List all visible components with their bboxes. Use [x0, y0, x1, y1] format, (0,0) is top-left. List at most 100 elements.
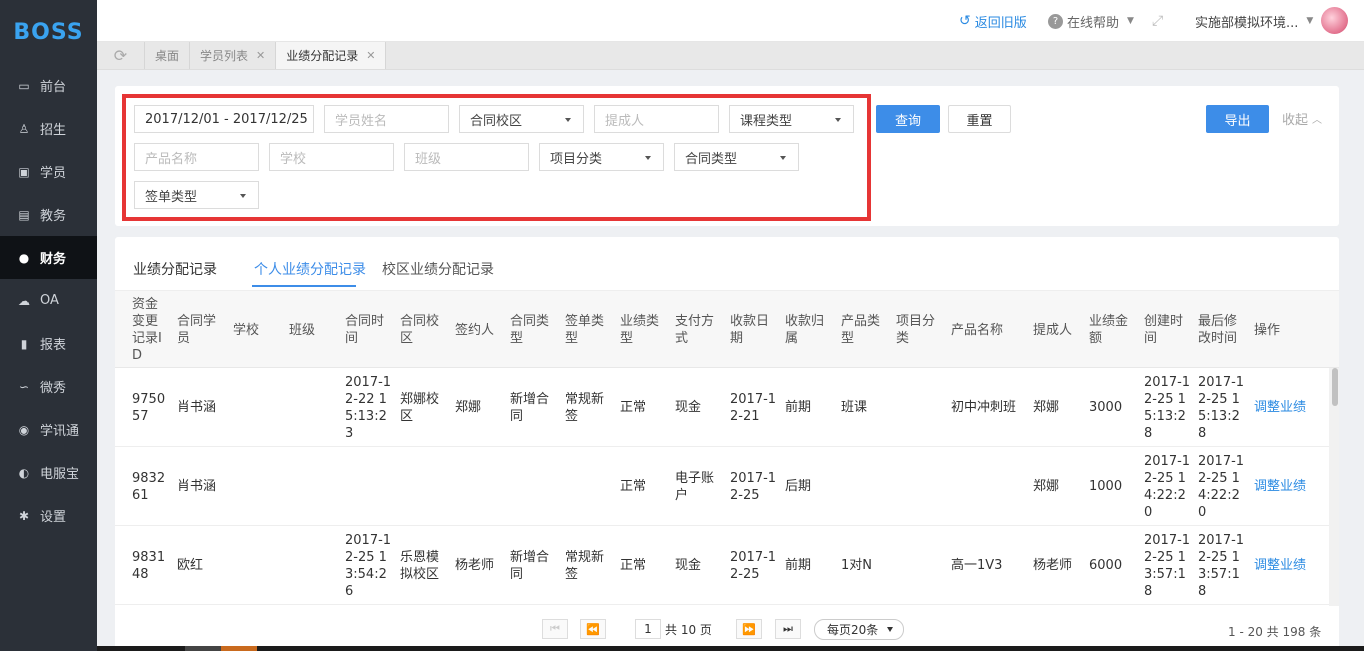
date-range-input[interactable]: 2017/12/01 - 2017/12/25 — [134, 105, 314, 133]
table-cell: 6000 — [1089, 558, 1123, 573]
top-bar: ↺ 返回旧版 ? 在线帮助 ▼ ⤢ 实施部模拟环境... ▼ — [97, 0, 1364, 42]
sidebar-item-10[interactable]: ✱ 设置 — [0, 494, 97, 537]
column-header: 合同学员 — [177, 314, 217, 346]
contract-type-select[interactable]: 合同类型 — [674, 143, 799, 171]
sign-type-select[interactable]: 签单类型 — [134, 181, 259, 209]
sidebar-item-8[interactable]: ◉ 学讯通 — [0, 408, 97, 451]
chevron-up-icon: ︿ — [1312, 114, 1323, 126]
project-category-select[interactable]: 项目分类 — [539, 143, 664, 171]
online-help-dropdown[interactable]: ? 在线帮助 ▼ — [1048, 0, 1134, 42]
reset-button[interactable]: 重置 — [948, 105, 1011, 133]
column-header: 签单类型 — [565, 314, 605, 346]
export-button[interactable]: 导出 — [1206, 105, 1269, 133]
bar-chart-icon: ▮ — [20, 336, 28, 351]
sidebar-item-1[interactable]: ♙ 招生 — [0, 107, 97, 150]
cloud-icon: ☁ — [18, 293, 30, 308]
sidebar-item-5[interactable]: ☁ OA — [0, 279, 97, 322]
sidebar-item-label: 前台 — [40, 80, 67, 95]
chevron-down-icon: ▼ — [1127, 16, 1134, 26]
proposer-input[interactable]: 提成人 — [594, 105, 719, 133]
table-cell: 郑娜 — [1033, 400, 1060, 415]
table-cell: 2017-12-25 — [730, 470, 777, 503]
sidebar-item-9[interactable]: ◐ 电服宝 — [0, 451, 97, 494]
table-cell: 电子账户 — [675, 470, 715, 503]
coin-icon: ● — [18, 250, 30, 265]
column-header: 合同类型 — [510, 314, 550, 346]
table-cell: 正常 — [620, 558, 647, 573]
sidebar-item-label: 电服宝 — [40, 467, 80, 482]
undo-icon: ↺ — [959, 13, 971, 29]
fullscreen-icon[interactable]: ⤢ — [1152, 0, 1163, 42]
tab-desktop[interactable]: 桌面 — [145, 42, 191, 69]
column-header: 业绩金额 — [1089, 314, 1129, 346]
collapse-toggle[interactable]: 收起 ︿ — [1282, 104, 1322, 132]
page-number-input[interactable]: 1 — [635, 619, 661, 639]
table-cell: 初中冲刺班 — [951, 400, 1017, 415]
page-size-select[interactable]: 每页20条 — [814, 619, 904, 640]
subtab-campus[interactable]: 校区业绩分配记录 — [382, 259, 494, 279]
table-cell: 3000 — [1089, 400, 1123, 415]
close-icon[interactable]: ✕ — [366, 49, 375, 62]
last-page-button[interactable]: ⏭ — [775, 619, 801, 639]
table-cell: 郑娜 — [1033, 479, 1060, 494]
back-to-old-version-link[interactable]: ↺ 返回旧版 — [959, 0, 1027, 42]
contract-campus-select[interactable]: 合同校区 — [459, 105, 584, 133]
column-header: 提成人 — [1033, 322, 1073, 338]
school-input[interactable]: 学校 — [269, 143, 394, 171]
table-row: 983148 欧红 2017-12-25 13:54:26 乐恩模拟校区 杨老师 新增合同… — [115, 526, 1329, 605]
prev-page-button[interactable]: ⏪ — [580, 619, 606, 639]
table-cell: 2017-12-25 13:57:18 — [1198, 532, 1245, 599]
boss-logo: BOSS — [13, 19, 84, 45]
id-card-icon: ▣ — [18, 164, 30, 179]
sidebar-item-label: 财务 — [40, 252, 67, 267]
column-header: 支付方式 — [675, 314, 715, 346]
column-header: 学校 — [233, 322, 260, 338]
tab-label: 学员列表 — [200, 49, 249, 63]
vertical-scrollbar[interactable] — [1329, 368, 1339, 606]
first-page-button[interactable]: ⏮ — [542, 619, 568, 639]
query-button[interactable]: 查询 — [876, 105, 940, 133]
table-cell: 前期 — [785, 558, 812, 573]
student-name-input[interactable]: 学员姓名 — [324, 105, 449, 133]
table-cell: 2017-12-22 15:13:23 — [345, 374, 392, 441]
record-range: 1 - 20 共 198 条 — [1228, 625, 1322, 639]
table-header: 资金变更记录ID 合同学员 学校 班级 合同时间 合同校区 签约人 合同类型 签单类型 业绩类型支… — [115, 290, 1339, 368]
tab-student-list[interactable]: 学员列表 ✕ — [190, 42, 277, 69]
taskbar-strip — [97, 646, 1364, 651]
collapse-label: 收起 — [1282, 112, 1309, 128]
help-label: 在线帮助 — [1067, 15, 1120, 31]
sidebar-item-7[interactable]: ∽ 微秀 — [0, 365, 97, 408]
table-cell: 2017-12-25 13:54:26 — [345, 532, 392, 599]
sidebar-item-6[interactable]: ▮ 报表 — [0, 322, 97, 365]
table-cell: 前期 — [785, 400, 812, 415]
active-subtab-indicator — [252, 285, 356, 287]
course-type-select[interactable]: 课程类型 — [729, 105, 854, 133]
sidebar-item-label: 报表 — [40, 338, 67, 353]
next-page-button[interactable]: ⏩ — [736, 619, 762, 639]
sidebar-item-2[interactable]: ▣ 学员 — [0, 150, 97, 193]
sidebar-item-label: OA — [40, 293, 59, 308]
table-row: 983261 肖书涵 正常 电子账户 2017-12-25 后期 郑娜 1000 2017-12… — [115, 447, 1329, 526]
user-menu[interactable]: 实施部模拟环境... ▼ — [1195, 0, 1313, 42]
sidebar-item-0[interactable]: ▭ 前台 — [0, 64, 97, 107]
scrollbar-thumb[interactable] — [1332, 368, 1338, 406]
subtab-personal[interactable]: 个人业绩分配记录 — [254, 259, 366, 279]
sidebar-item-4[interactable]: ● 财务 — [0, 236, 97, 279]
adjust-performance-link[interactable]: 调整业绩 — [1254, 478, 1314, 495]
sidebar-item-3[interactable]: ▤ 教务 — [0, 193, 97, 236]
avatar[interactable] — [1321, 7, 1348, 34]
adjust-performance-link[interactable]: 调整业绩 — [1254, 399, 1314, 416]
location-icon: ◉ — [18, 422, 30, 437]
adjust-performance-link[interactable]: 调整业绩 — [1254, 557, 1314, 574]
show-icon: ∽ — [18, 379, 30, 394]
column-header: 班级 — [289, 322, 316, 338]
product-name-input[interactable]: 产品名称 — [134, 143, 259, 171]
sidebar-item-label: 学员 — [40, 166, 67, 181]
user-plus-icon: ♙ — [18, 121, 30, 136]
tab-performance-records[interactable]: 业绩分配记录 ✕ — [276, 42, 387, 69]
class-input[interactable]: 班级 — [404, 143, 529, 171]
table-cell: 乐恩模拟校区 — [400, 549, 440, 582]
page-tab-bar: ⟳ 桌面 学员列表 ✕ 业绩分配记录 ✕ — [97, 42, 1364, 70]
refresh-icon[interactable]: ⟳ — [97, 42, 145, 69]
close-icon[interactable]: ✕ — [256, 49, 265, 62]
